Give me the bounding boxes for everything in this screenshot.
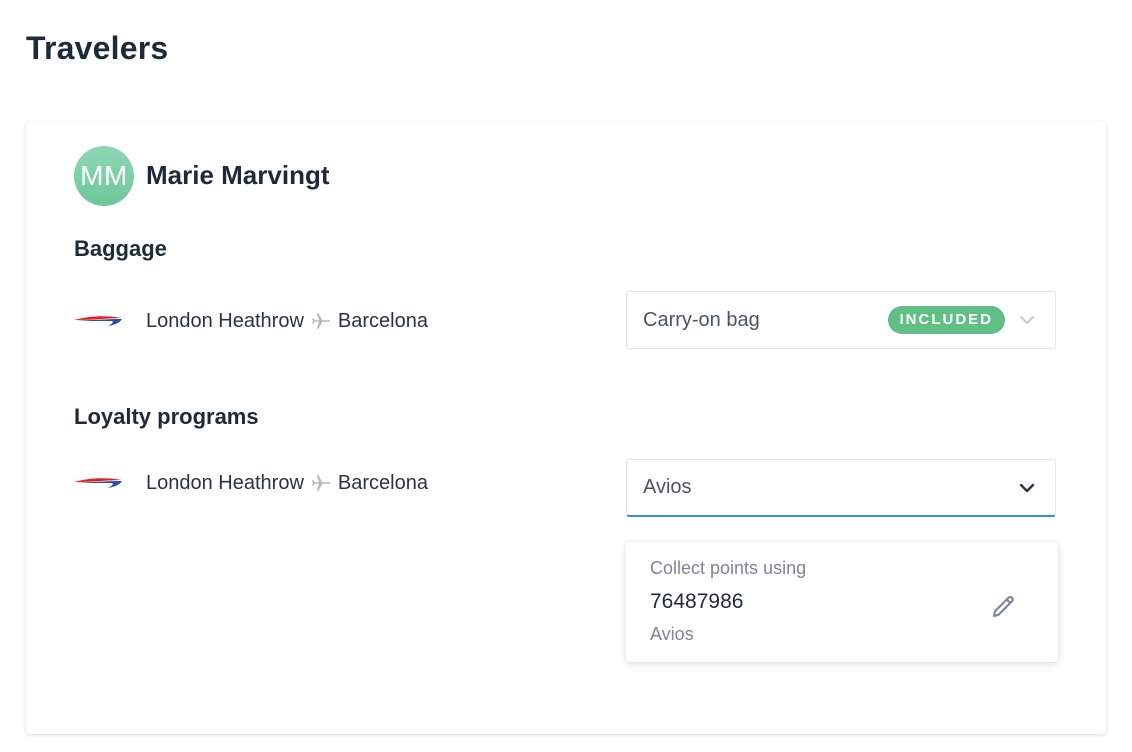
avatar: MM — [74, 146, 134, 206]
route-destination: Barcelona — [337, 309, 428, 332]
collect-points-label: Collect points using — [650, 558, 807, 578]
loyalty-details-popover: Collect points using 76487986 Avios — [626, 542, 1058, 662]
airline-speedmarque-logo — [74, 316, 122, 326]
airline-speedmarque-logo — [74, 478, 122, 488]
route-destination: Barcelona — [337, 471, 428, 494]
traveler-card: MM Marie Marvingt Baggage London Heathro… — [26, 122, 1106, 734]
plane-icon — [311, 475, 331, 491]
baggage-select[interactable]: Carry-on bag INCLUDED — [626, 291, 1056, 349]
traveler-name: Marie Marvingt — [146, 160, 330, 190]
chevron-down-icon — [1019, 483, 1035, 492]
chevron-down-icon — [1020, 316, 1034, 324]
page-title: Travelers — [26, 30, 169, 66]
baggage-route: London Heathrow Barcelona — [74, 306, 428, 336]
pencil-icon — [992, 595, 1014, 618]
loyalty-number: 76487986 — [650, 590, 744, 613]
loyalty-section-title: Loyalty programs — [74, 404, 259, 429]
baggage-select-label: Carry-on bag — [643, 308, 760, 331]
route-origin: London Heathrow — [146, 309, 304, 332]
route-origin: London Heathrow — [146, 471, 304, 494]
loyalty-route: London Heathrow Barcelona — [74, 468, 428, 498]
loyalty-select-label: Avios — [643, 476, 692, 498]
edit-loyalty-button[interactable] — [988, 590, 1020, 622]
plane-icon — [311, 313, 331, 329]
baggage-section-title: Baggage — [74, 236, 167, 261]
included-badge: INCLUDED — [887, 306, 1005, 334]
loyalty-program-select[interactable]: Avios — [626, 459, 1056, 517]
loyalty-program-name: Avios — [650, 624, 694, 644]
